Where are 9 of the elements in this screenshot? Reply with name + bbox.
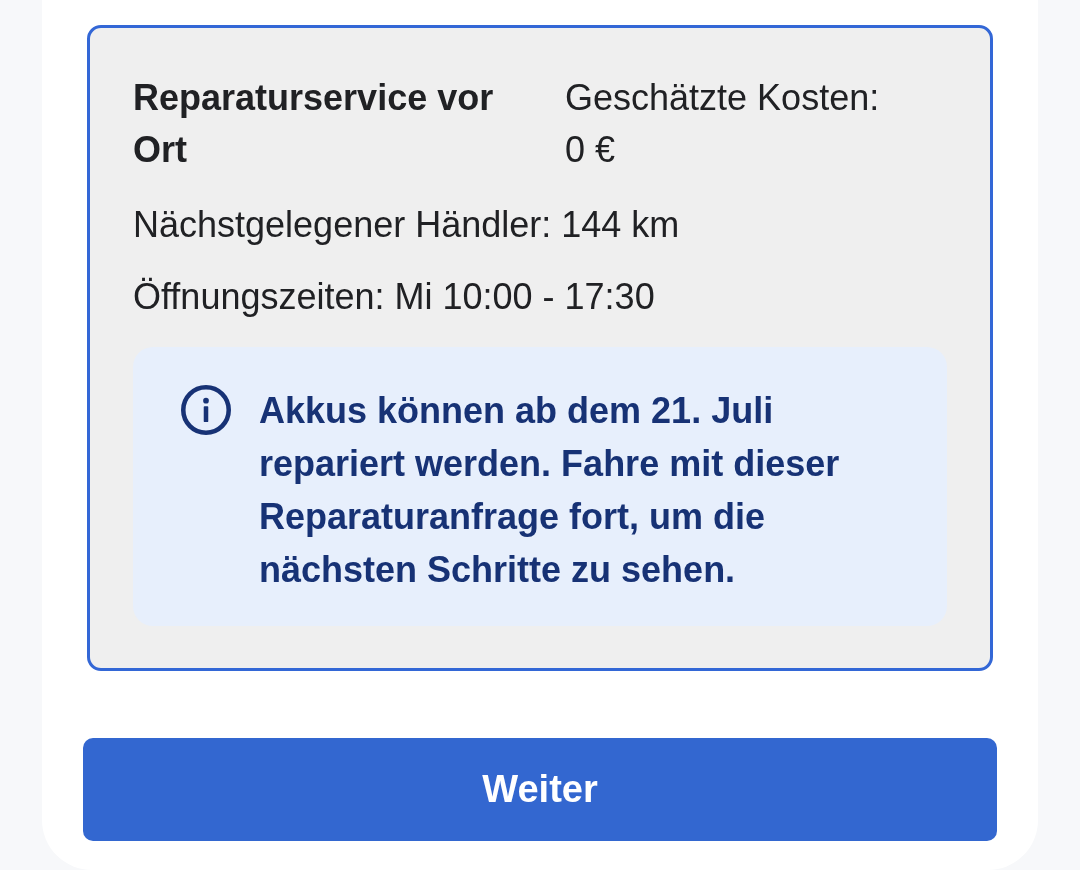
cost-label: Geschätzte Kosten: (565, 76, 880, 120)
notice-text: Akkus können ab dem 21. Juli repariert werden. Fahre mit dieser Reparaturanfrage fort, um die nächsten Schritte zu sehen. (259, 389, 841, 592)
cost-value: 0 € (565, 128, 616, 172)
detail-text: Öffnungszeiten: Mi 10:00 - 17:30 (133, 275, 655, 319)
detail-text: Nächstgelegener Händler: 144 km (133, 203, 680, 247)
option-title: Reparaturservice vor Ort (133, 76, 495, 172)
continue-button[interactable]: Weiter (83, 738, 997, 841)
repair-option-card[interactable] (87, 25, 993, 671)
info-icon (181, 385, 231, 435)
